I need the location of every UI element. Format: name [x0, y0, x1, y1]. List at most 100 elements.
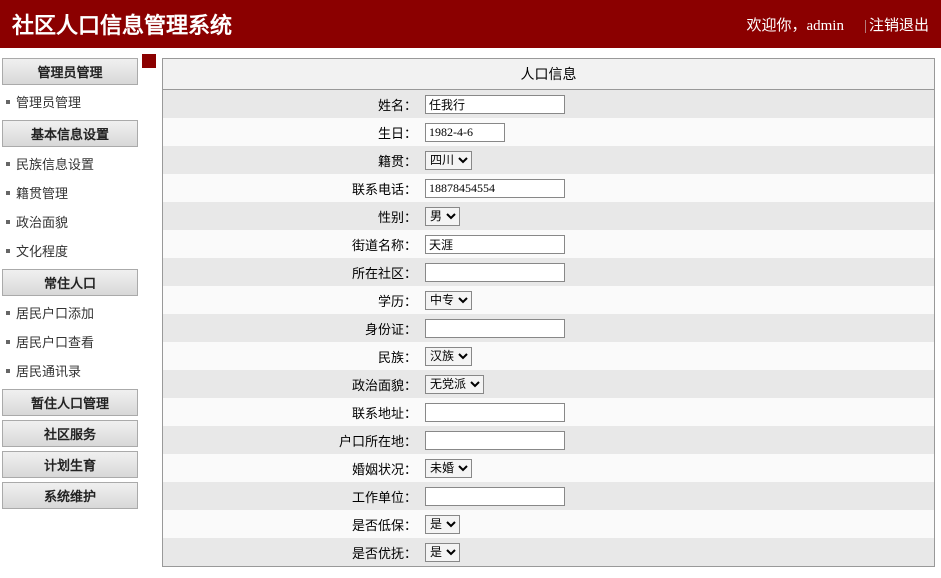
text-input[interactable]	[425, 263, 565, 282]
text-input[interactable]	[425, 319, 565, 338]
collapse-toggle[interactable]	[142, 54, 156, 68]
sidebar-item[interactable]: 文化程度	[0, 236, 140, 265]
app-title: 社区人口信息管理系统	[12, 8, 232, 40]
field-input-cell: 四川	[423, 151, 934, 170]
text-input[interactable]	[425, 235, 565, 254]
sidebar-section-header[interactable]: 管理员管理	[2, 58, 138, 85]
select-input[interactable]: 是	[425, 543, 460, 562]
field-input-cell	[423, 235, 934, 254]
form-row: 是否优抚：是	[163, 538, 934, 566]
field-input-cell: 未婚	[423, 459, 934, 478]
form-title: 人口信息	[163, 59, 934, 90]
form-row: 工作单位：	[163, 482, 934, 510]
bullet-icon	[6, 100, 10, 104]
text-input[interactable]	[425, 179, 565, 198]
sidebar-section-header[interactable]: 系统维护	[2, 482, 138, 509]
text-input[interactable]	[425, 487, 565, 506]
sidebar-item-label: 居民通讯录	[16, 361, 81, 380]
field-label: 学历：	[163, 291, 423, 310]
select-input[interactable]: 四川	[425, 151, 472, 170]
form-row: 是否低保：是	[163, 510, 934, 538]
sidebar-item[interactable]: 管理员管理	[0, 87, 140, 116]
main-content: 人口信息 姓名：生日：籍贯：四川联系电话：性别：男街道名称：所在社区：学历：中专…	[162, 48, 941, 567]
sidebar-section-header[interactable]: 常住人口	[2, 269, 138, 296]
bullet-icon	[6, 369, 10, 373]
form-row: 籍贯：四川	[163, 146, 934, 174]
field-label: 身份证：	[163, 319, 423, 338]
form-row: 性别：男	[163, 202, 934, 230]
field-label: 姓名：	[163, 95, 423, 114]
sidebar-item-label: 居民户口查看	[16, 332, 94, 351]
sidebar-item[interactable]: 居民通讯录	[0, 356, 140, 385]
sidebar-section-header[interactable]: 社区服务	[2, 420, 138, 447]
bullet-icon	[6, 191, 10, 195]
select-input[interactable]: 无党派	[425, 375, 484, 394]
field-label: 是否低保：	[163, 515, 423, 534]
select-input[interactable]: 男	[425, 207, 460, 226]
field-input-cell: 是	[423, 543, 934, 562]
sidebar-item[interactable]: 民族信息设置	[0, 149, 140, 178]
select-input[interactable]: 是	[425, 515, 460, 534]
field-label: 街道名称：	[163, 235, 423, 254]
field-label: 籍贯：	[163, 151, 423, 170]
header-right: 欢迎你，admin |注销退出	[746, 14, 929, 35]
field-label: 联系电话：	[163, 179, 423, 198]
select-input[interactable]: 未婚	[425, 459, 472, 478]
form-row: 姓名：	[163, 90, 934, 118]
form-row: 联系电话：	[163, 174, 934, 202]
sidebar-item[interactable]: 政治面貌	[0, 207, 140, 236]
sidebar-item-label: 民族信息设置	[16, 154, 94, 173]
field-label: 生日：	[163, 123, 423, 142]
sidebar-section-header[interactable]: 暂住人口管理	[2, 389, 138, 416]
sidebar: 管理员管理管理员管理基本信息设置民族信息设置籍贯管理政治面貌文化程度常住人口居民…	[0, 48, 140, 511]
text-input[interactable]	[425, 95, 565, 114]
field-label: 户口所在地：	[163, 431, 423, 450]
form-row: 民族：汉族	[163, 342, 934, 370]
field-label: 政治面貌：	[163, 375, 423, 394]
sidebar-section-header[interactable]: 基本信息设置	[2, 120, 138, 147]
sidebar-section-header[interactable]: 计划生育	[2, 451, 138, 478]
field-label: 所在社区：	[163, 263, 423, 282]
logout-link[interactable]: |注销退出	[864, 14, 929, 35]
form-row: 联系地址：	[163, 398, 934, 426]
sidebar-item-label: 籍贯管理	[16, 183, 68, 202]
sidebar-item[interactable]: 居民户口添加	[0, 298, 140, 327]
text-input[interactable]	[425, 123, 505, 142]
form-row: 身份证：	[163, 314, 934, 342]
field-input-cell: 是	[423, 515, 934, 534]
welcome-text: 欢迎你，admin	[746, 14, 844, 35]
bullet-icon	[6, 340, 10, 344]
field-input-cell	[423, 263, 934, 282]
text-input[interactable]	[425, 403, 565, 422]
sidebar-item-label: 政治面貌	[16, 212, 68, 231]
field-label: 联系地址：	[163, 403, 423, 422]
field-input-cell	[423, 123, 934, 142]
sidebar-item[interactable]: 居民户口查看	[0, 327, 140, 356]
field-input-cell: 中专	[423, 291, 934, 310]
form-row: 所在社区：	[163, 258, 934, 286]
field-input-cell	[423, 403, 934, 422]
field-input-cell: 男	[423, 207, 934, 226]
field-label: 民族：	[163, 347, 423, 366]
field-input-cell	[423, 431, 934, 450]
form-panel: 人口信息 姓名：生日：籍贯：四川联系电话：性别：男街道名称：所在社区：学历：中专…	[162, 58, 935, 567]
sidebar-item-label: 居民户口添加	[16, 303, 94, 322]
field-label: 工作单位：	[163, 487, 423, 506]
bullet-icon	[6, 311, 10, 315]
sidebar-item-label: 管理员管理	[16, 92, 81, 111]
field-input-cell	[423, 95, 934, 114]
select-input[interactable]: 汉族	[425, 347, 472, 366]
select-input[interactable]: 中专	[425, 291, 472, 310]
bullet-icon	[6, 249, 10, 253]
field-label: 是否优抚：	[163, 543, 423, 562]
form-row: 学历：中专	[163, 286, 934, 314]
text-input[interactable]	[425, 431, 565, 450]
form-row: 街道名称：	[163, 230, 934, 258]
sidebar-item[interactable]: 籍贯管理	[0, 178, 140, 207]
field-label: 婚姻状况：	[163, 459, 423, 478]
field-input-cell: 汉族	[423, 347, 934, 366]
form-row: 生日：	[163, 118, 934, 146]
bullet-icon	[6, 220, 10, 224]
field-input-cell	[423, 487, 934, 506]
bullet-icon	[6, 162, 10, 166]
